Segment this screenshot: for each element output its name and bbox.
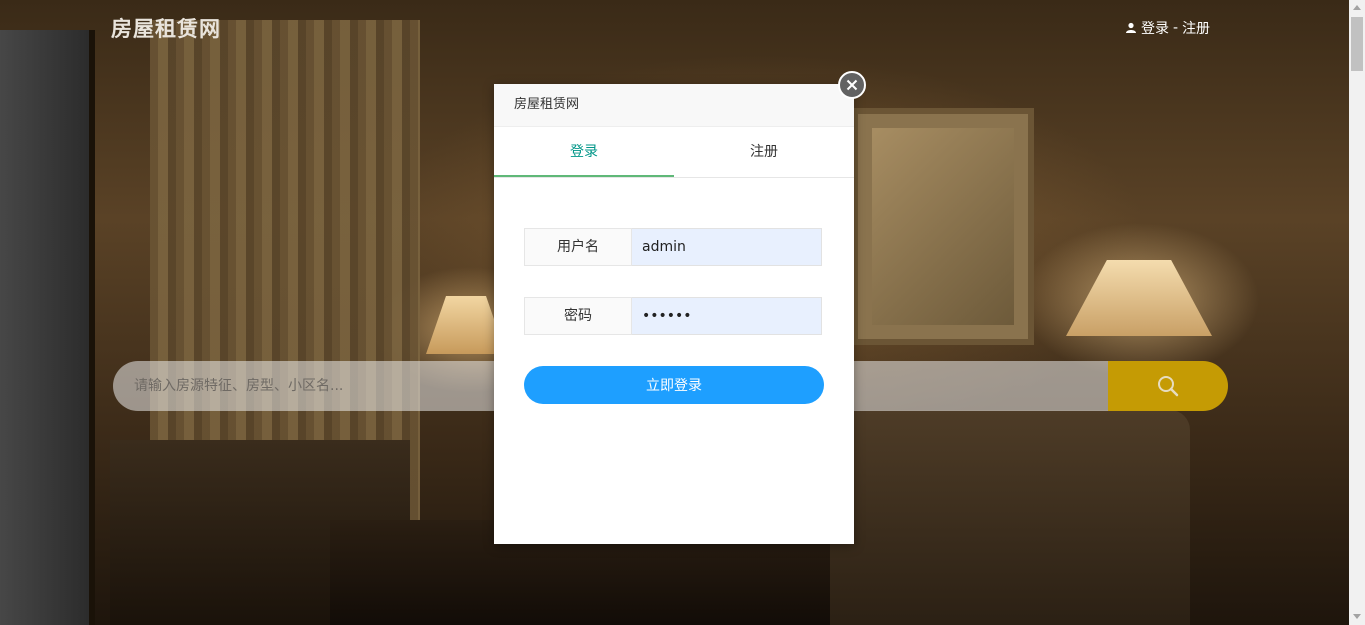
site-title: 房屋租赁网 — [111, 17, 221, 41]
modal-tabs: 登录 注册 — [494, 127, 854, 178]
tab-login[interactable]: 登录 — [494, 127, 674, 177]
close-icon — [846, 79, 858, 91]
login-modal: 房屋租赁网 登录 注册 用户名 密码 立即登录 — [494, 84, 854, 544]
password-label: 密码 — [524, 297, 632, 335]
login-submit-button[interactable]: 立即登录 — [524, 366, 824, 404]
scroll-down-arrow-icon[interactable] — [1353, 614, 1361, 619]
password-field[interactable] — [632, 297, 822, 335]
tab-register[interactable]: 注册 — [674, 127, 854, 177]
search-button[interactable] — [1108, 361, 1228, 411]
scroll-up-arrow-icon[interactable] — [1353, 5, 1361, 10]
page-scrollbar[interactable] — [1349, 0, 1365, 625]
register-link[interactable]: 注册 — [1182, 18, 1210, 38]
background-window — [0, 30, 95, 625]
scrollbar-thumb[interactable] — [1351, 17, 1363, 71]
search-icon — [1158, 376, 1179, 397]
login-form: 用户名 密码 立即登录 — [494, 178, 854, 404]
username-row: 用户名 — [524, 228, 824, 266]
username-field[interactable] — [632, 228, 822, 266]
username-label: 用户名 — [524, 228, 632, 266]
background-picture-frame — [852, 108, 1034, 345]
password-row: 密码 — [524, 297, 824, 335]
link-separator: - — [1173, 20, 1179, 36]
user-icon — [1125, 22, 1137, 34]
login-link[interactable]: 登录 — [1141, 18, 1169, 38]
background-lamp-right — [1066, 260, 1212, 336]
background-sofa — [830, 410, 1190, 625]
modal-title: 房屋租赁网 — [494, 84, 854, 127]
modal-close-button[interactable] — [838, 71, 866, 99]
auth-links: 登录 - 注册 — [1125, 18, 1210, 38]
